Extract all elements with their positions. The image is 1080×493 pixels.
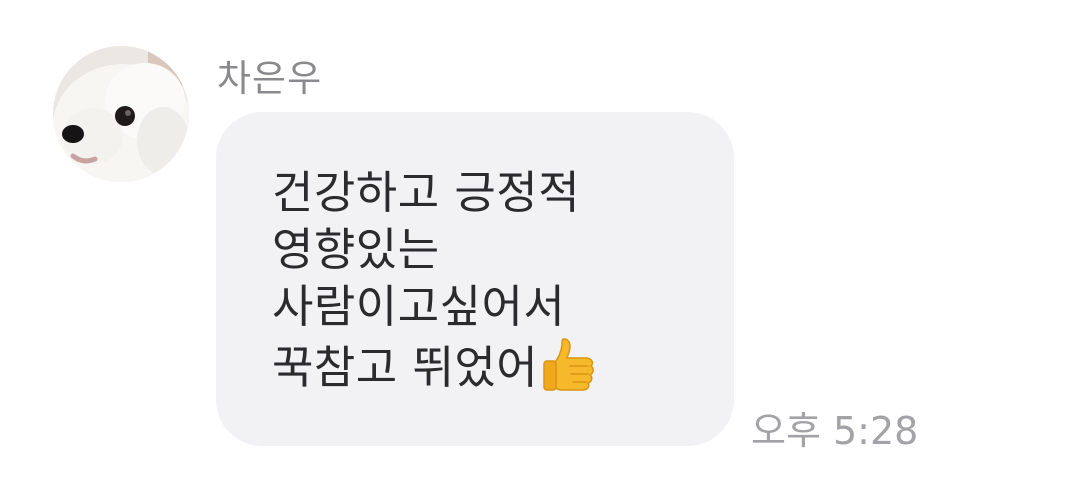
thumbs-up-icon [540,335,596,404]
message-bubble[interactable]: 건강하고 긍정적 영향있는 사람이고싶어서 꾹참고 뛰었어 [216,112,734,446]
message-line-3: 사람이고싶어서 [272,280,566,333]
message-line-4: 꾹참고 뛰었어 [272,341,539,394]
avatar[interactable] [53,46,189,182]
message-line-4-wrapper: 꾹참고 뛰었어 [272,335,714,404]
message-line-1: 건강하고 긍정적 [272,166,581,219]
message-timestamp: 오후 5:28 [751,409,919,453]
dog-avatar-image [53,46,189,182]
sender-name: 차은우 [217,57,323,100]
message-line-2: 영향있는 [272,223,440,276]
chat-message-row: 차은우 건강하고 긍정적 영향있는 사람이고싶어서 꾹참고 뛰었어 오후 5:2… [0,0,1080,493]
